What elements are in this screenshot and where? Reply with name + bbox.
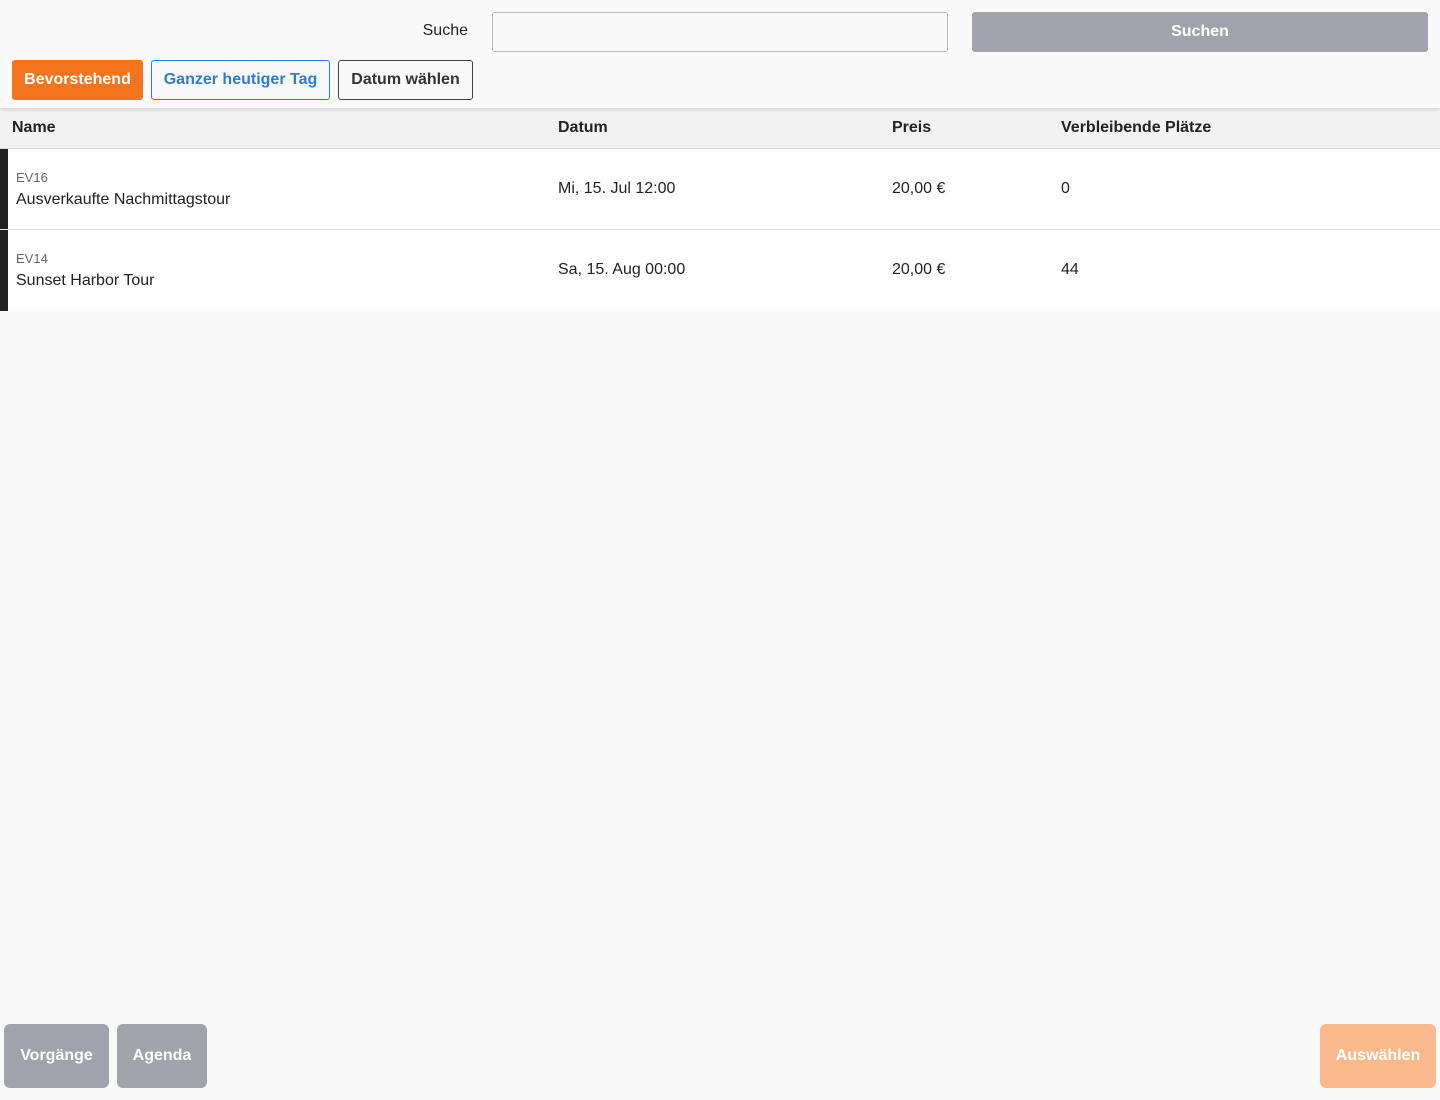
agenda-button[interactable]: Agenda <box>117 1024 207 1088</box>
event-price: 20,00 € <box>892 180 946 197</box>
column-header-seats: Verbleibende Plätze <box>1061 119 1212 136</box>
table-row[interactable]: EV16 Ausverkaufte Nachmittagstour Mi, 15… <box>0 149 1440 230</box>
event-seats: 0 <box>1061 180 1070 197</box>
event-name: Sunset Harbor Tour <box>16 272 155 289</box>
search-input[interactable] <box>492 12 948 52</box>
event-selection-screen: Suche Suchen Bevorstehend Ganzer heutige… <box>0 0 1440 1100</box>
event-date: Mi, 15. Jul 12:00 <box>558 180 676 197</box>
search-toolbar: Suche Suchen Bevorstehend Ganzer heutige… <box>0 0 1440 108</box>
event-code: EV14 <box>16 251 48 266</box>
event-date: Sa, 15. Aug 00:00 <box>558 261 686 278</box>
table-row[interactable]: EV14 Sunset Harbor Tour Sa, 15. Aug 00:0… <box>0 230 1440 311</box>
filter-upcoming-button[interactable]: Bevorstehend <box>12 60 143 100</box>
column-header-name: Name <box>12 119 56 136</box>
filter-today-button[interactable]: Ganzer heutiger Tag <box>151 60 330 100</box>
search-button[interactable]: Suchen <box>972 12 1428 52</box>
event-seats: 44 <box>1061 261 1079 278</box>
column-header-price: Preis <box>892 119 932 136</box>
row-marker <box>0 149 8 229</box>
filter-pick-date-button[interactable]: Datum wählen <box>338 60 473 100</box>
column-header-date: Datum <box>558 119 608 136</box>
event-code: EV16 <box>16 170 48 185</box>
row-marker <box>0 230 8 311</box>
event-name: Ausverkaufte Nachmittagstour <box>16 191 231 208</box>
event-price: 20,00 € <box>892 261 946 278</box>
select-button[interactable]: Auswählen <box>1320 1024 1436 1088</box>
event-table-header: Name Datum Preis Verbleibende Plätze <box>0 108 1440 149</box>
event-table-body: EV16 Ausverkaufte Nachmittagstour Mi, 15… <box>0 149 1440 311</box>
search-label: Suche <box>422 22 468 39</box>
transactions-button[interactable]: Vorgänge <box>4 1024 109 1088</box>
